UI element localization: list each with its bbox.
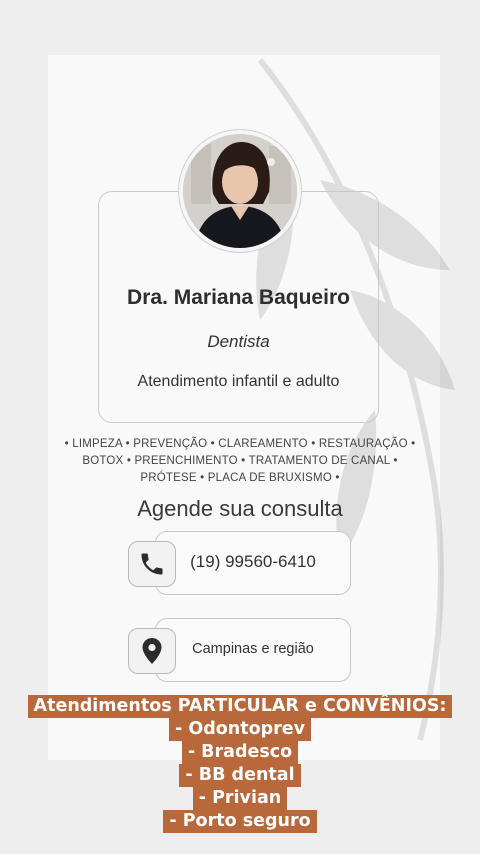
- schedule-heading: Agende sua consulta: [137, 496, 343, 521]
- insurance-item: - Odontoprev: [168, 718, 312, 741]
- avatar-photo: [183, 134, 297, 248]
- doctor-subtitle: Atendimento infantil e adulto: [137, 373, 340, 390]
- services-line-3: PRÓTESE • PLACA DE BRUXISMO •: [140, 472, 340, 484]
- services-list: • LIMPEZA • PREVENÇÃO • CLAREAMENTO • RE…: [40, 436, 440, 487]
- insurance-banner: Atendimentos PARTICULAR e CONVÊNIOS: - O…: [0, 695, 480, 833]
- insurance-item: - Bradesco: [181, 741, 299, 764]
- avatar: [183, 134, 297, 248]
- services-line-2: BOTOX • PREENCHIMENTO • TRATAMENTO DE CA…: [82, 455, 398, 467]
- location-text[interactable]: Campinas e região: [155, 641, 351, 657]
- doctor-role: Dentista: [207, 332, 270, 351]
- insurance-item: - BB dental: [179, 764, 301, 787]
- phone-number[interactable]: (19) 99560-6410: [155, 552, 351, 572]
- insurance-item: - Porto seguro: [163, 810, 317, 833]
- insurance-item: - Privian: [192, 787, 288, 810]
- doctor-name: Dra. Mariana Baqueiro: [127, 286, 350, 309]
- insurance-banner-title: Atendimentos PARTICULAR e CONVÊNIOS:: [27, 695, 453, 718]
- services-line-1: • LIMPEZA • PREVENÇÃO • CLAREAMENTO • RE…: [64, 438, 416, 450]
